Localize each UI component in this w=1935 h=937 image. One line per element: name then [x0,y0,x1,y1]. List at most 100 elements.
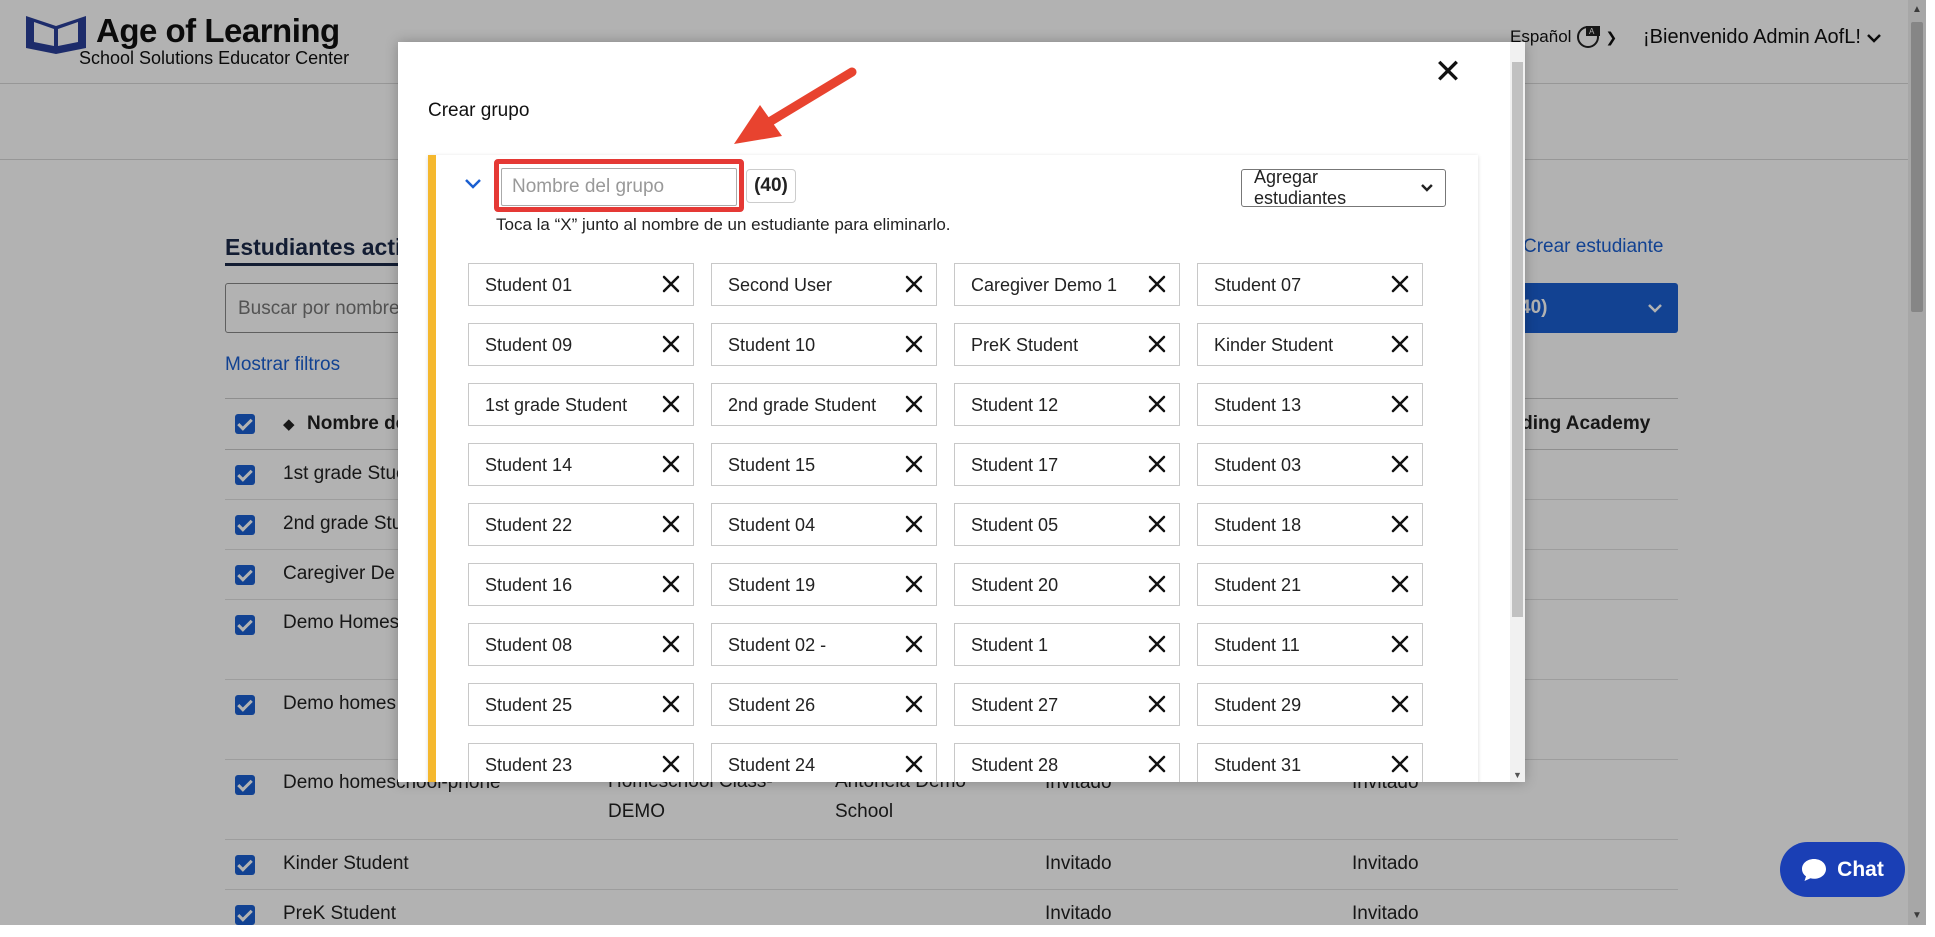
x-icon[interactable] [657,270,685,298]
student-chip-label: PreK Student [971,335,1079,355]
student-chip-label: Student 20 [971,575,1059,595]
student-chip-label: Student 24 [728,755,816,775]
student-count-badge: (40) [746,169,796,203]
add-students-dropdown[interactable]: Agregar estudiantes [1241,167,1446,208]
student-chip-label: Student 19 [728,575,816,595]
student-chip: Student 10 [711,323,937,366]
chevron-down-icon[interactable] [464,178,482,190]
student-chip-label: Student 31 [1214,755,1302,775]
student-chip: Student 09 [468,323,694,366]
x-icon[interactable] [1143,390,1171,418]
modal-title: Crear grupo [428,100,530,121]
x-icon[interactable] [1143,750,1171,778]
student-chip-label: Student 03 [1214,455,1302,475]
student-chip: Student 24 [711,743,937,782]
x-icon[interactable] [900,690,928,718]
x-icon[interactable] [900,510,928,538]
student-chip: Student 14 [468,443,694,486]
student-chip: Student 25 [468,683,694,726]
student-chip: Student 1 [954,623,1180,666]
remove-hint: Toca la “X” junto al nombre de un estudi… [496,215,951,234]
close-icon[interactable]: ✕ [1428,52,1468,92]
student-chip: Second User [711,263,937,306]
x-icon[interactable] [1386,330,1414,358]
student-chip: 1st grade Student [468,383,694,426]
student-chip: Student 08 [468,623,694,666]
student-chip: Student 23 [468,743,694,782]
x-icon[interactable] [657,390,685,418]
student-chip: Student 26 [711,683,937,726]
x-icon[interactable] [900,390,928,418]
x-icon[interactable] [1386,570,1414,598]
x-icon[interactable] [657,330,685,358]
chevron-down-icon [1421,184,1433,192]
student-chip: Student 22 [468,503,694,546]
student-chip: 2nd grade Student [711,383,937,426]
student-chip-label: Student 07 [1214,275,1302,295]
x-icon[interactable] [1143,330,1171,358]
student-chip: Student 18 [1197,503,1423,546]
student-chip-label: Student 25 [485,695,573,715]
student-chip-label: 1st grade Student [485,395,628,415]
x-icon[interactable] [900,270,928,298]
x-icon[interactable] [657,690,685,718]
add-students-label: Agregar estudiantes [1254,167,1347,208]
chat-bubble-icon [1802,858,1827,881]
chat-button[interactable]: Chat [1780,842,1905,897]
x-icon[interactable] [657,750,685,778]
student-chip: Student 19 [711,563,937,606]
x-icon[interactable] [1386,750,1414,778]
x-icon[interactable] [1386,690,1414,718]
student-chip: Student 11 [1197,623,1423,666]
x-icon[interactable] [1143,690,1171,718]
x-icon[interactable] [900,570,928,598]
x-icon[interactable] [900,450,928,478]
x-icon[interactable] [1143,630,1171,658]
x-icon[interactable] [900,750,928,778]
x-icon[interactable] [657,450,685,478]
student-chip-label: Student 08 [485,635,573,655]
x-icon[interactable] [1143,510,1171,538]
student-chip-label: Student 21 [1214,575,1302,595]
student-chip-label: Second User [728,275,833,295]
x-icon[interactable] [657,510,685,538]
student-chip: Student 16 [468,563,694,606]
x-icon[interactable] [657,630,685,658]
student-chip-label: Student 05 [971,515,1059,535]
student-chip: Student 15 [711,443,937,486]
modal-scrollbar-thumb[interactable] [1512,62,1523,617]
student-chip-label: Student 10 [728,335,816,355]
student-chip-label: Student 17 [971,455,1059,475]
window-bottom-edge [0,925,1935,937]
student-chip: Kinder Student [1197,323,1423,366]
student-chip-label: Student 22 [485,515,573,535]
x-icon[interactable] [1143,270,1171,298]
chat-label: Chat [1837,857,1884,881]
student-chip: Student 20 [954,563,1180,606]
x-icon[interactable] [1143,570,1171,598]
x-icon[interactable] [1143,450,1171,478]
x-icon[interactable] [1386,450,1414,478]
modal-scrollbar[interactable]: ▼ [1510,42,1525,782]
student-chip: Student 13 [1197,383,1423,426]
student-chip-label: Student 04 [728,515,816,535]
x-icon[interactable] [1386,630,1414,658]
create-group-modal: ✕ Crear grupo (40) Agregar estudiantes T… [398,42,1525,782]
student-chip-label: Student 28 [971,755,1059,775]
group-name-input[interactable] [501,168,737,206]
student-chip-label: Student 16 [485,575,573,595]
x-icon[interactable] [900,330,928,358]
x-icon[interactable] [657,570,685,598]
x-icon[interactable] [1386,510,1414,538]
student-chip: Student 12 [954,383,1180,426]
student-chip-label: Student 13 [1214,395,1302,415]
student-chip-label: Student 15 [728,455,816,475]
student-chip: Student 29 [1197,683,1423,726]
student-chip-label: 2nd grade Student [728,395,877,415]
student-chip: Caregiver Demo 1 [954,263,1180,306]
student-chip: Student 02 - [711,623,937,666]
x-icon[interactable] [900,630,928,658]
x-icon[interactable] [1386,390,1414,418]
x-icon[interactable] [1386,270,1414,298]
scroll-down-icon[interactable]: ▼ [1513,770,1522,780]
